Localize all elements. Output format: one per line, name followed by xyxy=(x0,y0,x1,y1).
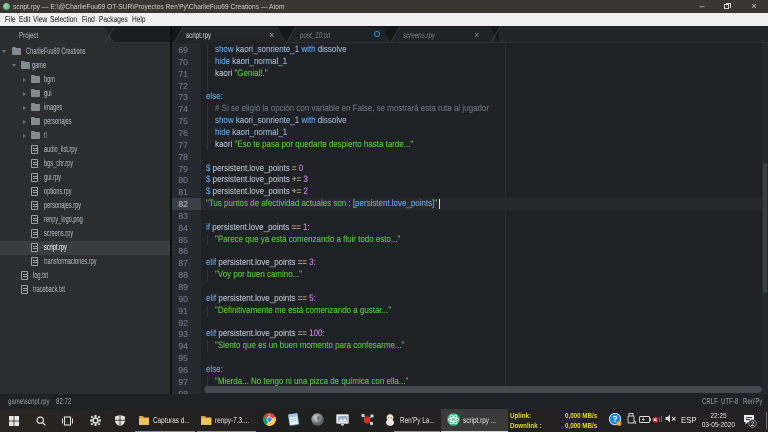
svg-text:2: 2 xyxy=(751,421,755,428)
svg-text:?: ? xyxy=(612,413,617,423)
